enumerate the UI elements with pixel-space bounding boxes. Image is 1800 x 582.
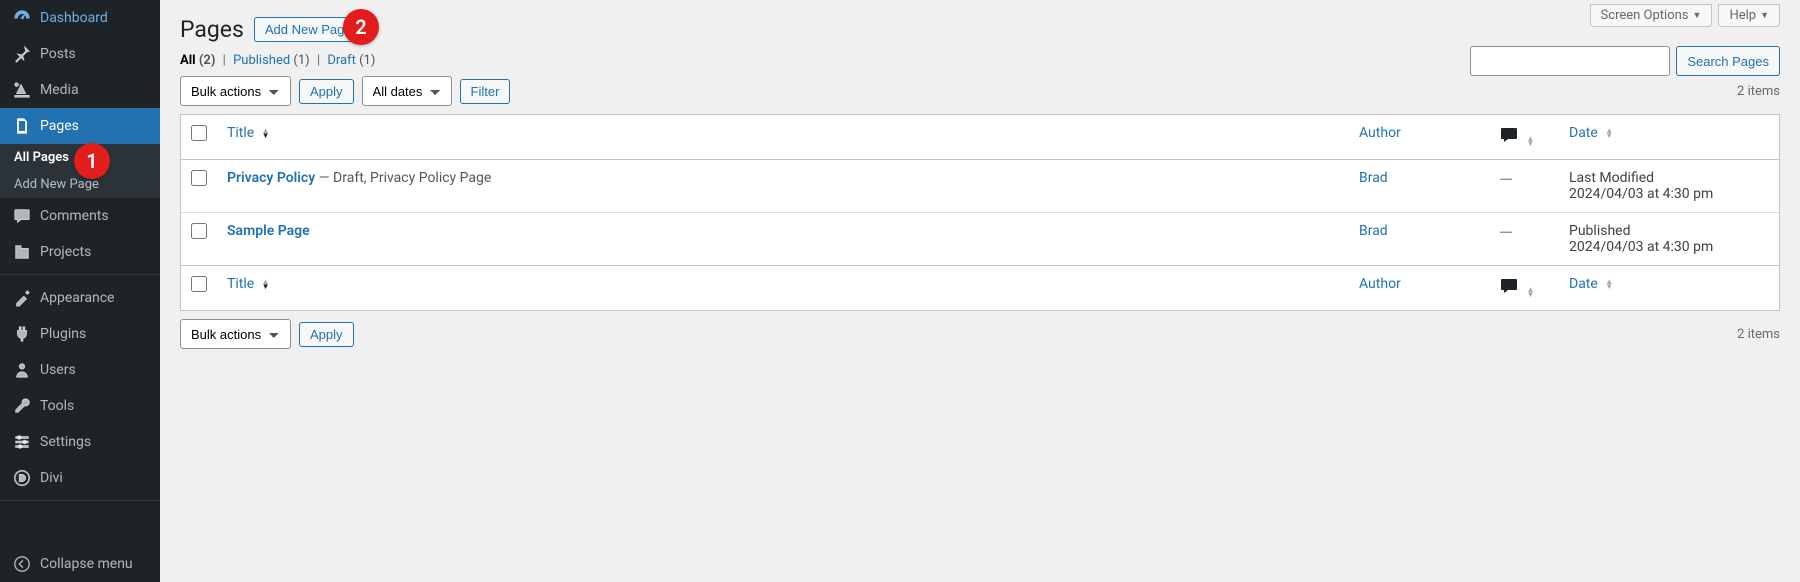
apply-button-bottom[interactable]: Apply — [299, 322, 354, 347]
row-checkbox[interactable] — [191, 223, 207, 239]
sidebar-item-dashboard[interactable]: Dashboard — [0, 0, 160, 36]
col-date-footer[interactable]: Date ▲▼ — [1559, 265, 1779, 310]
plugin-icon — [12, 324, 32, 344]
appearance-icon — [12, 288, 32, 308]
row-title-link[interactable]: Sample Page — [227, 223, 310, 239]
bulk-actions-select[interactable]: Bulk actions — [180, 76, 291, 106]
col-title-header[interactable]: Title ▲▼ — [217, 115, 1349, 160]
status-draft[interactable]: Draft (1) — [327, 53, 375, 68]
col-title-footer[interactable]: Title ▲▼ — [217, 265, 1349, 310]
row-date: Last Modified2024/04/03 at 4:30 pm — [1559, 160, 1779, 212]
pages-table: Title ▲▼ Author ▲▼ Date ▲▼ — [180, 114, 1780, 311]
table-row: Privacy Policy — Draft, Privacy Policy P… — [181, 160, 1779, 212]
sidebar-item-appearance[interactable]: Appearance — [0, 280, 160, 316]
row-checkbox[interactable] — [191, 170, 207, 186]
help-tab[interactable]: Help ▼ — [1718, 4, 1780, 27]
comments-count: — — [1499, 170, 1513, 191]
media-icon — [12, 80, 32, 100]
search-button[interactable]: Search Pages — [1676, 46, 1780, 76]
apply-button-top[interactable]: Apply — [299, 79, 354, 104]
sidebar-item-divi[interactable]: Divi — [0, 460, 160, 496]
sidebar-item-pages[interactable]: Pages — [0, 108, 160, 144]
filter-button[interactable]: Filter — [460, 79, 511, 104]
sidebar-item-settings[interactable]: Settings — [0, 424, 160, 460]
annotation-badge-1: 1 — [74, 143, 110, 179]
row-date: Published2024/04/03 at 4:30 pm — [1559, 212, 1779, 265]
row-title-link[interactable]: Privacy Policy — [227, 170, 315, 186]
sidebar-item-comments[interactable]: Comments — [0, 198, 160, 234]
collapse-icon — [12, 554, 32, 574]
author-link[interactable]: Brad — [1359, 223, 1388, 239]
sidebar-item-posts[interactable]: Posts — [0, 36, 160, 72]
col-comments-header[interactable]: ▲▼ — [1489, 115, 1559, 160]
items-count-bottom: 2 items — [1737, 327, 1780, 342]
author-link[interactable]: Brad — [1359, 170, 1388, 186]
dates-select[interactable]: All dates — [362, 76, 452, 106]
page-title: Pages — [180, 16, 244, 43]
divi-icon — [12, 468, 32, 488]
projects-icon — [12, 242, 32, 262]
bulk-actions-select-bottom[interactable]: Bulk actions — [180, 319, 291, 349]
sidebar-item-users[interactable]: Users — [0, 352, 160, 388]
page-icon — [12, 116, 32, 136]
select-all-bottom[interactable] — [191, 276, 207, 292]
screen-options-tab[interactable]: Screen Options ▼ — [1590, 4, 1713, 27]
sidebar-item-media[interactable]: Media — [0, 72, 160, 108]
annotation-badge-2: 2 — [343, 9, 379, 45]
col-comments-footer[interactable]: ▲▼ — [1489, 265, 1559, 310]
status-all[interactable]: All (2) — [180, 53, 215, 68]
items-count-top: 2 items — [1737, 84, 1780, 99]
select-all-top[interactable] — [191, 125, 207, 141]
chevron-down-icon: ▼ — [1693, 10, 1702, 21]
col-author-header[interactable]: Author — [1349, 115, 1489, 160]
sidebar-item-plugins[interactable]: Plugins — [0, 316, 160, 352]
main-content: Screen Options ▼ Help ▼ Pages Add New Pa… — [160, 0, 1800, 582]
col-author-footer[interactable]: Author — [1349, 265, 1489, 310]
table-row: Sample Page Brad — Published2024/04/03 at 4… — [181, 212, 1779, 265]
tools-icon — [12, 396, 32, 416]
comment-icon — [1499, 133, 1522, 149]
status-published[interactable]: Published (1) — [233, 53, 310, 68]
search-input[interactable] — [1470, 46, 1670, 76]
dashboard-icon — [12, 8, 32, 28]
user-icon — [12, 360, 32, 380]
comment-icon — [1499, 284, 1522, 300]
admin-sidebar: DashboardPostsMediaPagesAll PagesAdd New… — [0, 0, 160, 582]
sidebar-item-tools[interactable]: Tools — [0, 388, 160, 424]
pin-icon — [12, 44, 32, 64]
col-date-header[interactable]: Date ▲▼ — [1559, 115, 1779, 160]
chevron-down-icon: ▼ — [1760, 10, 1769, 21]
settings-icon — [12, 432, 32, 452]
comments-count: — — [1499, 223, 1513, 244]
sidebar-item-projects[interactable]: Projects — [0, 234, 160, 270]
comment-icon — [12, 206, 32, 226]
collapse-menu[interactable]: Collapse menu — [0, 546, 160, 582]
collapse-label: Collapse menu — [40, 556, 133, 572]
